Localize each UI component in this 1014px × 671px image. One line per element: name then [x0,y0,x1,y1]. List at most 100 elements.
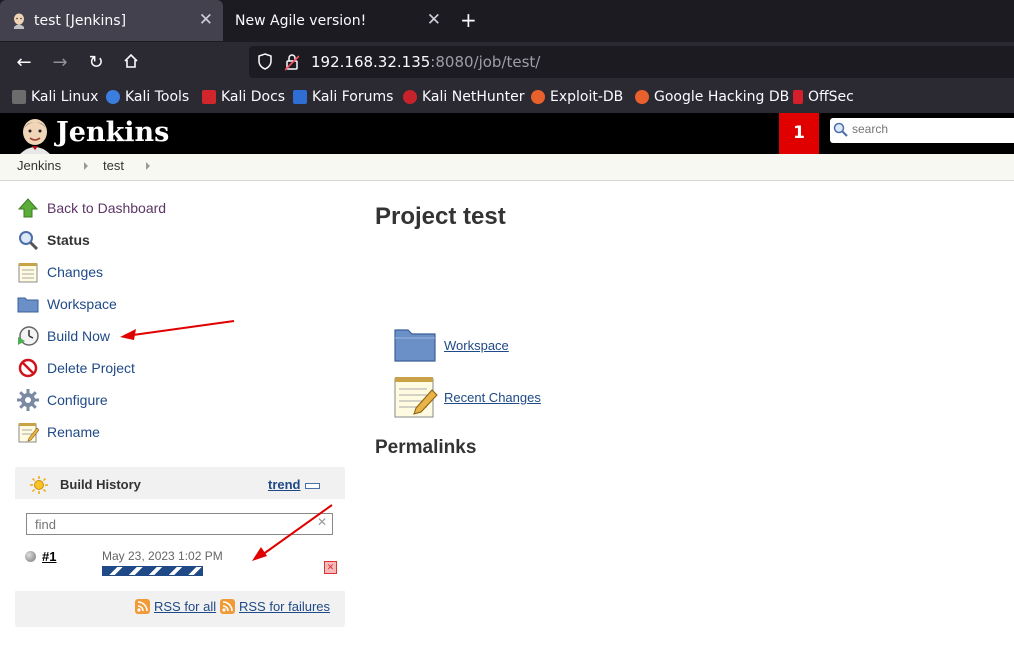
breadcrumb-separator-icon[interactable] [146,162,150,170]
build-history-footer: RSS for all RSS for failures [15,591,345,627]
shield-icon[interactable] [257,53,273,75]
breadcrumb-separator-icon[interactable] [84,162,88,170]
sidebar-item-label: Build Now [47,328,111,344]
close-tab-icon[interactable]: ✕ [427,10,441,30]
sidebar-item-status[interactable]: Status [17,228,90,252]
rss-all-link[interactable]: RSS for all [135,599,216,614]
find-input[interactable] [33,516,317,533]
back-arrow-icon[interactable]: ← [13,52,35,74]
build-progress-bar[interactable] [102,566,203,576]
url-text[interactable]: 192.168.32.135:8080/job/test/ [311,53,540,71]
bookmark-google-hacking-db[interactable]: Google Hacking DB [635,89,789,105]
sidebar-item-label: Back to Dashboard [47,200,167,216]
exploit-db-icon [531,90,545,104]
sidebar-item-workspace[interactable]: Workspace [17,292,117,316]
search-box[interactable] [830,118,1014,143]
no-entry-icon [17,357,39,379]
ghdb-icon [635,90,649,104]
sidebar-item-label: Workspace [47,296,117,312]
url-host: 192.168.32.135 [311,53,431,71]
rss-failures-link[interactable]: RSS for failures [220,599,330,614]
insecure-lock-icon[interactable] [284,53,300,75]
jenkins-butler-logo-icon[interactable] [16,116,54,158]
bookmark-label: Google Hacking DB [654,89,790,105]
build-date[interactable]: May 23, 2023 1:02 PM [102,549,223,563]
workspace-link-label: Workspace [444,338,509,353]
bookmark-label: Kali Forums [312,89,394,105]
sidebar-item-label: Delete Project [47,360,135,376]
build-history-body: ✕ #1 May 23, 2023 1:02 PM ✕ [15,499,345,591]
bookmark-label: Exploit-DB [550,89,624,105]
notification-badge[interactable]: 1 [779,113,819,154]
tab-title: test [Jenkins] [34,12,127,29]
build-history-panel: Build History trend ✕ #1 May 23, 2023 1:… [15,467,345,627]
kali-forums-icon [293,90,307,104]
rss-icon [220,599,235,614]
trend-link[interactable]: trend [268,477,301,492]
kali-tools-icon [106,90,120,104]
clock-play-icon [17,325,39,347]
kali-nethunter-icon [403,90,417,104]
bookmarks-bar: Kali Linux Kali Tools Kali Docs Kali For… [0,84,1014,113]
build-history-title: Build History [60,477,141,492]
folder-icon [394,326,436,365]
offsec-icon [793,90,803,104]
breadcrumb: Jenkins test [0,154,1014,181]
bookmark-kali-tools[interactable]: Kali Tools [106,89,189,105]
search-icon [833,122,848,141]
new-tab-plus-icon[interactable]: + [460,8,477,32]
sidebar-item-label: Status [47,232,90,248]
sidebar-item-changes[interactable]: Changes [17,260,103,284]
bookmark-kali-linux[interactable]: Kali Linux [12,89,98,105]
reload-icon[interactable]: ↻ [85,52,107,74]
permalinks-heading: Permalinks [375,437,477,458]
tab-test-jenkins[interactable]: test [Jenkins] ✕ [0,0,223,41]
bookmark-kali-nethunter[interactable]: Kali NetHunter [403,89,524,105]
url-path: :8080/job/test/ [430,53,541,71]
collapse-icon[interactable] [305,483,320,489]
kali-docs-icon [202,90,216,104]
build-number-link[interactable]: #1 [42,549,56,564]
bookmark-label: Kali Docs [221,89,286,105]
sidebar-item-build-now[interactable]: Build Now [17,324,110,348]
bookmark-label: Kali Linux [31,89,99,105]
recent-changes-link[interactable]: Recent Changes [394,374,541,421]
magnifier-icon [17,229,39,251]
folder-icon [17,293,39,315]
breadcrumb-jenkins[interactable]: Jenkins [17,158,61,173]
notepad-pencil-icon [17,421,39,443]
bookmark-label: OffSec [808,89,854,105]
sidebar-item-rename[interactable]: Rename [17,420,100,444]
search-input[interactable] [850,121,1014,137]
arrow-to-build-now-icon [120,320,235,340]
jenkins-title[interactable]: Jenkins [56,117,169,148]
page-title: Project test [375,203,506,230]
bookmark-offsec[interactable]: OffSec [793,89,854,105]
bookmark-kali-docs[interactable]: Kali Docs [202,89,285,105]
forward-arrow-icon[interactable]: → [49,52,71,74]
notepad-pencil-icon [394,374,438,421]
sidebar-item-configure[interactable]: Configure [17,388,108,412]
rss-icon [135,599,150,614]
sidebar-item-label: Changes [47,264,104,280]
sidebar-item-back-to-dashboard[interactable]: Back to Dashboard [17,196,166,220]
find-field[interactable]: ✕ [26,513,333,535]
bookmark-exploit-db[interactable]: Exploit-DB [531,89,623,105]
breadcrumb-test[interactable]: test [103,158,124,173]
workspace-link[interactable]: Workspace [394,326,509,365]
url-bar[interactable]: 192.168.32.135:8080/job/test/ [249,46,1014,78]
rss-all-label: RSS for all [154,599,217,614]
notepad-icon [17,261,39,283]
close-tab-icon[interactable]: ✕ [199,10,213,30]
tab-title: New Agile version! [235,12,367,29]
tab-new-agile-version[interactable]: New Agile version! ✕ [223,0,451,41]
bookmark-kali-forums[interactable]: Kali Forums [293,89,393,105]
browser-tab-bar: test [Jenkins] ✕ New Agile version! ✕ + [0,0,1014,42]
up-arrow-icon [17,197,39,219]
home-icon[interactable] [120,52,142,74]
sidebar-item-delete-project[interactable]: Delete Project [17,356,135,380]
build-status-ball-icon [25,551,36,562]
cancel-build-icon[interactable]: ✕ [324,561,337,574]
clear-find-icon[interactable]: ✕ [317,515,327,529]
sidebar-item-label: Rename [47,424,100,440]
